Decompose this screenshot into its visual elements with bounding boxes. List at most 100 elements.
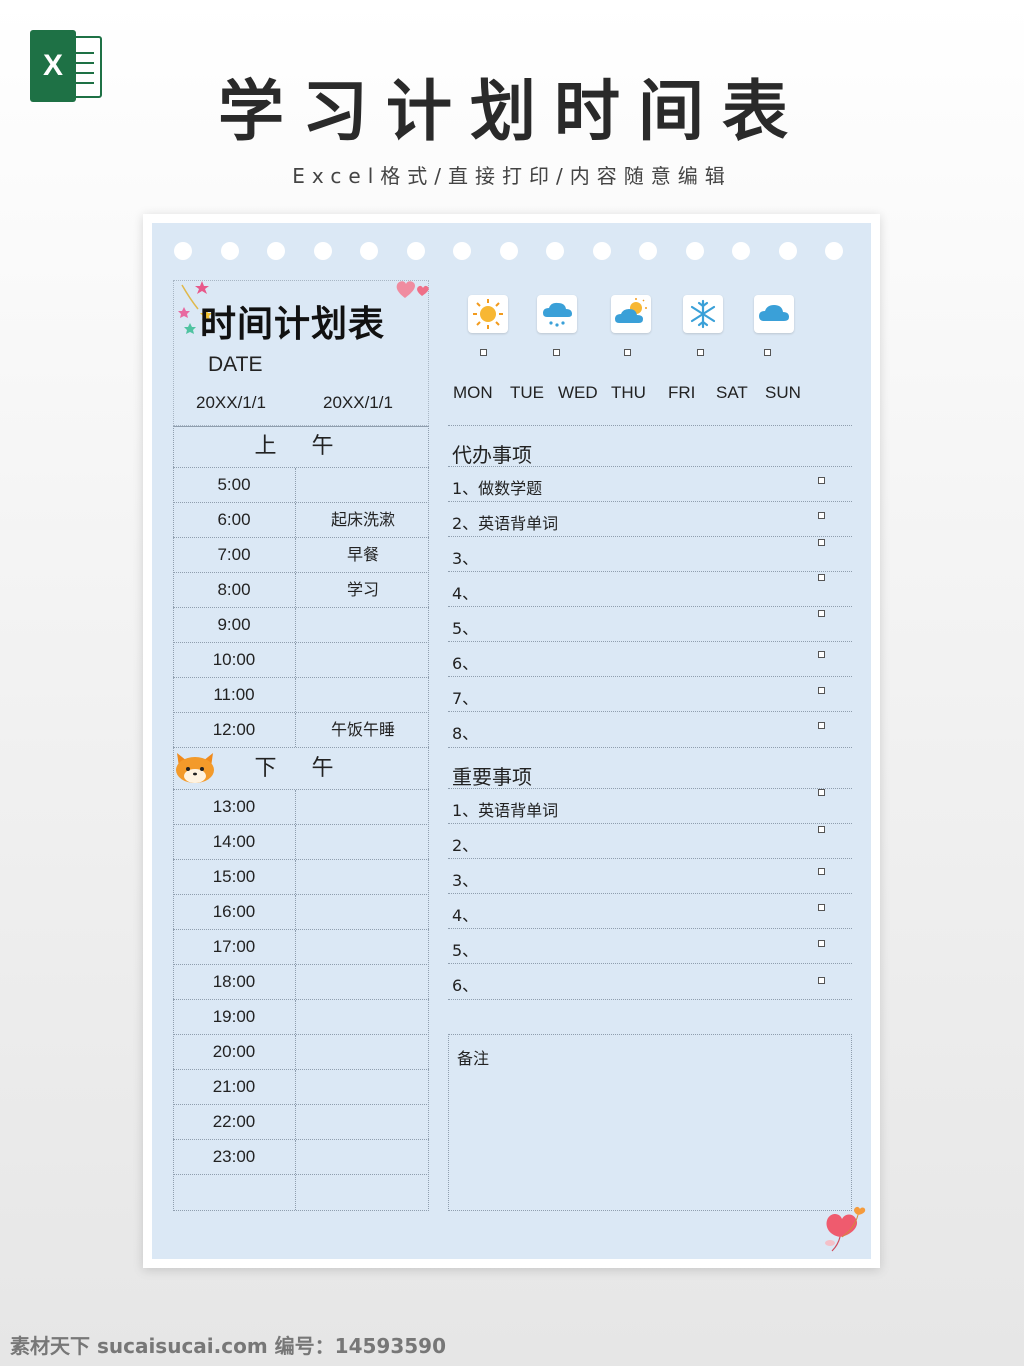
- schedule-activity[interactable]: [297, 860, 429, 894]
- schedule-activity[interactable]: [297, 678, 429, 712]
- schedule-time: 8:00: [173, 573, 296, 607]
- schedule-row[interactable]: [173, 1175, 429, 1210]
- schedule-row[interactable]: 13:00: [173, 790, 429, 825]
- day-sun[interactable]: SUN: [765, 383, 801, 403]
- schedule-activity[interactable]: [297, 790, 429, 824]
- schedule-time: 17:00: [173, 930, 296, 964]
- rain-cloud-icon[interactable]: [537, 295, 577, 333]
- schedule-row[interactable]: 21:00: [173, 1070, 429, 1105]
- notes-label: 备注: [457, 1049, 490, 1068]
- weather-checkbox[interactable]: [624, 349, 631, 356]
- day-wed[interactable]: WED: [558, 383, 598, 403]
- important-checkbox[interactable]: [818, 977, 825, 984]
- schedule-row[interactable]: 19:00: [173, 1000, 429, 1035]
- schedule-row[interactable]: 20:00: [173, 1035, 429, 1070]
- schedule-activity[interactable]: [297, 608, 429, 642]
- snowflake-icon[interactable]: [683, 295, 723, 333]
- todo-checkbox[interactable]: [818, 610, 825, 617]
- weather-checkbox[interactable]: [764, 349, 771, 356]
- schedule-activity[interactable]: [297, 468, 429, 502]
- schedule-row[interactable]: 9:00: [173, 608, 429, 643]
- todo-title: 代办事项: [452, 443, 532, 467]
- divider: [448, 676, 852, 677]
- todo-item[interactable]: 1、做数学题: [452, 475, 542, 499]
- day-tue[interactable]: TUE: [510, 383, 544, 403]
- todo-item[interactable]: 3、: [452, 545, 478, 569]
- todo-item[interactable]: 5、: [452, 615, 478, 639]
- schedule-row[interactable]: 22:00: [173, 1105, 429, 1140]
- todo-checkbox[interactable]: [818, 539, 825, 546]
- important-item[interactable]: 3、: [452, 867, 478, 891]
- important-item[interactable]: 5、: [452, 937, 478, 961]
- important-item[interactable]: 4、: [452, 902, 478, 926]
- schedule-row[interactable]: 10:00: [173, 643, 429, 678]
- schedule-row[interactable]: 7:00 早餐: [173, 538, 429, 573]
- schedule-time: 7:00: [173, 538, 296, 572]
- schedule-row[interactable]: 5:00: [173, 468, 429, 503]
- important-checkbox[interactable]: [818, 904, 825, 911]
- schedule-time: 19:00: [173, 1000, 296, 1034]
- schedule-activity[interactable]: [297, 1105, 429, 1139]
- important-checkbox[interactable]: [818, 826, 825, 833]
- notes-box[interactable]: 备注: [448, 1034, 852, 1211]
- schedule-activity[interactable]: [297, 965, 429, 999]
- schedule-row[interactable]: 16:00: [173, 895, 429, 930]
- schedule-activity[interactable]: [297, 825, 429, 859]
- cloud-icon[interactable]: [754, 295, 794, 333]
- divider: [448, 893, 852, 894]
- todo-checkbox[interactable]: [818, 512, 825, 519]
- schedule-row[interactable]: 17:00: [173, 930, 429, 965]
- schedule-time: 14:00: [173, 825, 296, 859]
- schedule-row[interactable]: 8:00 学习: [173, 573, 429, 608]
- schedule-row[interactable]: 12:00 午饭午睡: [173, 713, 429, 748]
- partly-cloudy-icon[interactable]: [611, 295, 651, 333]
- important-item[interactable]: 2、: [452, 832, 478, 856]
- schedule-activity[interactable]: 学习: [297, 573, 429, 607]
- todo-item[interactable]: 2、英语背单词: [452, 510, 558, 534]
- sun-icon[interactable]: [468, 295, 508, 333]
- todo-checkbox[interactable]: [818, 722, 825, 729]
- todo-checkbox[interactable]: [818, 574, 825, 581]
- weather-checkbox[interactable]: [553, 349, 560, 356]
- important-checkbox[interactable]: [818, 789, 825, 796]
- schedule-row[interactable]: 15:00: [173, 860, 429, 895]
- todo-checkbox[interactable]: [818, 651, 825, 658]
- day-thu[interactable]: THU: [611, 383, 646, 403]
- schedule-row[interactable]: 23:00: [173, 1140, 429, 1175]
- todo-item[interactable]: 8、: [452, 720, 478, 744]
- hearts-decoration-icon: [396, 281, 429, 298]
- schedule-activity[interactable]: [297, 1140, 429, 1174]
- date-end[interactable]: 20XX/1/1: [323, 393, 393, 413]
- schedule-activity[interactable]: [297, 895, 429, 929]
- day-fri[interactable]: FRI: [668, 383, 695, 403]
- important-item[interactable]: 6、: [452, 972, 478, 996]
- todo-item[interactable]: 7、: [452, 685, 478, 709]
- schedule-activity[interactable]: 早餐: [297, 538, 429, 572]
- schedule-activity[interactable]: [297, 1035, 429, 1069]
- schedule-activity[interactable]: [297, 643, 429, 677]
- weather-checkbox[interactable]: [697, 349, 704, 356]
- schedule-activity[interactable]: 午饭午睡: [297, 713, 429, 747]
- schedule-time: 22:00: [173, 1105, 296, 1139]
- schedule-activity[interactable]: [297, 1070, 429, 1104]
- day-sat[interactable]: SAT: [716, 383, 748, 403]
- todo-checkbox[interactable]: [818, 477, 825, 484]
- schedule-activity[interactable]: [297, 1175, 429, 1210]
- schedule-activity[interactable]: [297, 930, 429, 964]
- important-checkbox[interactable]: [818, 868, 825, 875]
- date-start[interactable]: 20XX/1/1: [196, 393, 266, 413]
- schedule-row[interactable]: 18:00: [173, 965, 429, 1000]
- todo-checkbox[interactable]: [818, 687, 825, 694]
- important-checkbox[interactable]: [818, 940, 825, 947]
- important-item[interactable]: 1、英语背单词: [452, 797, 558, 821]
- weather-checkbox[interactable]: [480, 349, 487, 356]
- todo-item[interactable]: 6、: [452, 650, 478, 674]
- schedule-activity[interactable]: [297, 1000, 429, 1034]
- schedule-row[interactable]: 11:00: [173, 678, 429, 713]
- schedule-row[interactable]: 14:00: [173, 825, 429, 860]
- todo-item[interactable]: 4、: [452, 580, 478, 604]
- day-mon[interactable]: MON: [453, 383, 493, 403]
- schedule-activity[interactable]: 起床洗漱: [297, 503, 429, 537]
- binder-holes: [174, 242, 854, 262]
- schedule-row[interactable]: 6:00 起床洗漱: [173, 503, 429, 538]
